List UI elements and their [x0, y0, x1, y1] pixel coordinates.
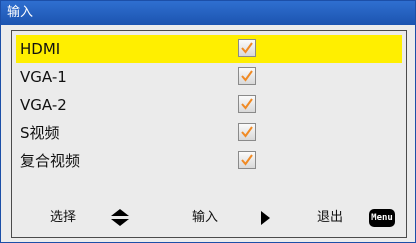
input-checkbox[interactable] — [238, 151, 256, 169]
checkmark-icon — [241, 42, 253, 54]
input-label: S视频 — [20, 124, 60, 142]
checkmark-icon — [241, 98, 253, 110]
input-row-vga-2[interactable]: VGA-2 — [16, 91, 402, 119]
checkmark-icon — [241, 70, 253, 82]
input-label: 复合视频 — [20, 152, 81, 170]
checkmark-icon — [241, 126, 253, 138]
input-menu-window: 输入 HDMI VGA-1 VGA-2 S视频 复合视频 选择 输入 退出 Me… — [0, 0, 416, 243]
select-hint-label: 选择 — [50, 210, 77, 225]
input-checkbox[interactable] — [238, 39, 256, 57]
checkmark-icon — [241, 154, 253, 166]
input-row-vga-1[interactable]: VGA-1 — [16, 63, 402, 91]
input-hint-label: 输入 — [192, 210, 219, 225]
input-row-s-video[interactable]: S视频 — [16, 119, 402, 147]
input-label: VGA-2 — [20, 96, 67, 114]
input-checkbox[interactable] — [238, 95, 256, 113]
input-list-panel: HDMI VGA-1 VGA-2 S视频 复合视频 选择 输入 退出 Menu — [11, 30, 407, 238]
input-row-hdmi[interactable]: HDMI — [16, 35, 402, 63]
input-checkbox[interactable] — [238, 67, 256, 85]
input-label: VGA-1 — [20, 68, 67, 86]
input-row-composite[interactable]: 复合视频 — [16, 147, 402, 175]
right-arrow-icon — [261, 211, 270, 225]
title-bar: 输入 — [1, 1, 415, 25]
input-checkbox[interactable] — [238, 123, 256, 141]
input-label: HDMI — [20, 40, 61, 58]
menu-key-icon[interactable]: Menu — [369, 209, 395, 227]
footer-hints: 选择 输入 退出 Menu — [12, 203, 406, 233]
up-down-arrow-icon — [111, 209, 129, 226]
exit-hint-label: 退出 — [317, 210, 344, 225]
window-title: 输入 — [7, 5, 34, 20]
